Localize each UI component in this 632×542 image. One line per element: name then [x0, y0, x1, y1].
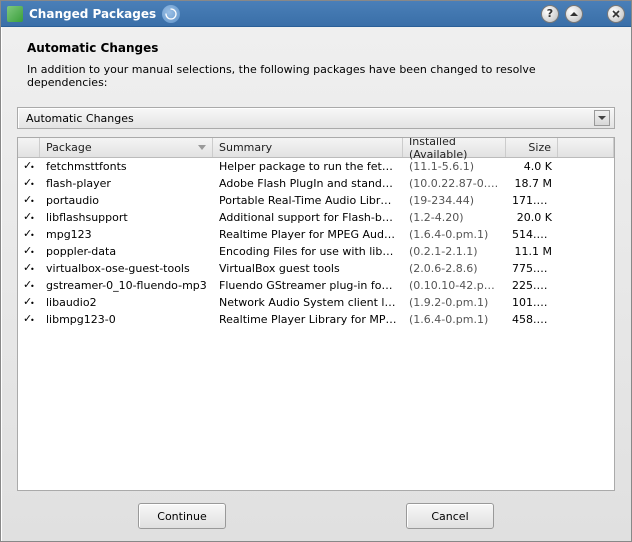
cell-summary: Realtime Player Library for MPEG … [213, 312, 403, 327]
cell-installed: (1.9.2-0.pm.1) [403, 295, 506, 310]
cell-pad [558, 200, 614, 202]
cell-installed: (1.6.4-0.pm.1) [403, 227, 506, 242]
cell-size: 20.0 K [506, 210, 558, 225]
cell-package: mpg123 [40, 227, 213, 242]
content-area: Automatic Changes In addition to your ma… [1, 27, 631, 541]
rollup-button[interactable] [565, 5, 583, 23]
col-header-size[interactable]: Size [506, 138, 558, 157]
cell-installed: (10.0.22.87-0.1.1) [403, 176, 506, 191]
window: Changed Packages ? Automatic Changes In … [0, 0, 632, 542]
cell-pad [558, 285, 614, 287]
cell-summary: Realtime Player for MPEG Audio L… [213, 227, 403, 242]
chevron-down-icon[interactable] [594, 110, 610, 126]
cell-pad [558, 302, 614, 304]
cell-package: libmpg123-0 [40, 312, 213, 327]
cell-summary: Portable Real-Time Audio Library [213, 193, 403, 208]
table-row[interactable]: virtualbox-ose-guest-toolsVirtualBox gue… [18, 260, 614, 277]
cell-size: 514.0 K [506, 227, 558, 242]
category-combo[interactable]: Automatic Changes [17, 107, 615, 129]
cell-installed: (2.0.6-2.8.6) [403, 261, 506, 276]
titlebar: Changed Packages ? [1, 1, 631, 27]
status-icon [18, 195, 40, 207]
cell-size: 4.0 K [506, 159, 558, 174]
table-row[interactable]: fetchmsttfontsHelper package to run the … [18, 158, 614, 175]
col-header-package[interactable]: Package [40, 138, 213, 157]
status-icon [18, 178, 40, 190]
table-row[interactable]: libmpg123-0Realtime Player Library for M… [18, 311, 614, 328]
app-icon [7, 6, 23, 22]
cell-size: 18.7 M [506, 176, 558, 191]
cell-summary: Additional support for Flash-based … [213, 210, 403, 225]
help-button[interactable]: ? [541, 5, 559, 23]
col-header-status[interactable] [18, 138, 40, 157]
cell-pad [558, 166, 614, 168]
footer: Continue Cancel [17, 491, 615, 529]
cell-summary: Fluendo GStreamer plug-in for mp3… [213, 278, 403, 293]
window-title: Changed Packages [29, 7, 156, 21]
cell-summary: VirtualBox guest tools [213, 261, 403, 276]
status-icon [18, 246, 40, 258]
cell-installed: (0.10.10-42.pm.1) [403, 278, 506, 293]
cell-pad [558, 234, 614, 236]
col-header-pad [558, 138, 614, 157]
cell-package: flash-player [40, 176, 213, 191]
continue-button[interactable]: Continue [138, 503, 226, 529]
combo-label: Automatic Changes [26, 112, 594, 125]
cell-package: portaudio [40, 193, 213, 208]
status-icon [18, 212, 40, 224]
cell-summary: Network Audio System client library [213, 295, 403, 310]
cell-pad [558, 217, 614, 219]
cell-pad [558, 268, 614, 270]
app-swirl-icon [162, 5, 180, 23]
cell-installed: (1.6.4-0.pm.1) [403, 312, 506, 327]
cell-package: libflashsupport [40, 210, 213, 225]
status-icon [18, 161, 40, 173]
page-subtext: In addition to your manual selections, t… [27, 63, 615, 89]
page-heading: Automatic Changes [27, 41, 615, 55]
table-row[interactable]: poppler-dataEncoding Files for use with … [18, 243, 614, 260]
cell-package: virtualbox-ose-guest-tools [40, 261, 213, 276]
cell-installed: (11.1-5.6.1) [403, 159, 506, 174]
status-icon [18, 314, 40, 326]
cell-pad [558, 319, 614, 321]
table-row[interactable]: libaudio2Network Audio System client lib… [18, 294, 614, 311]
col-header-installed[interactable]: Installed (Available) [403, 138, 506, 157]
cell-size: 775.0 K [506, 261, 558, 276]
cell-package: libaudio2 [40, 295, 213, 310]
table-row[interactable]: libflashsupportAdditional support for Fl… [18, 209, 614, 226]
table-header: Package Summary Installed (Available) Si… [18, 138, 614, 158]
cell-size: 171.0 K [506, 193, 558, 208]
cell-package: fetchmsttfonts [40, 159, 213, 174]
cell-pad [558, 183, 614, 185]
cell-size: 11.1 M [506, 244, 558, 259]
cancel-button[interactable]: Cancel [406, 503, 494, 529]
status-icon [18, 229, 40, 241]
package-table: Package Summary Installed (Available) Si… [17, 137, 615, 491]
cell-size: 101.0 K [506, 295, 558, 310]
cell-installed: (0.2.1-2.1.1) [403, 244, 506, 259]
cell-package: gstreamer-0_10-fluendo-mp3 [40, 278, 213, 293]
cell-size: 458.0 K [506, 312, 558, 327]
cell-pad [558, 251, 614, 253]
cell-package: poppler-data [40, 244, 213, 259]
table-body: fetchmsttfontsHelper package to run the … [18, 158, 614, 490]
status-icon [18, 280, 40, 292]
cell-summary: Encoding Files for use with libpoppler [213, 244, 403, 259]
table-row[interactable]: gstreamer-0_10-fluendo-mp3Fluendo GStrea… [18, 277, 614, 294]
cell-size: 225.0 K [506, 278, 558, 293]
cell-summary: Adobe Flash PlugIn and standalone… [213, 176, 403, 191]
status-icon [18, 263, 40, 275]
status-icon [18, 297, 40, 309]
cell-summary: Helper package to run the fetchmst… [213, 159, 403, 174]
col-header-summary[interactable]: Summary [213, 138, 403, 157]
cell-installed: (1.2-4.20) [403, 210, 506, 225]
table-row[interactable]: mpg123Realtime Player for MPEG Audio L…(… [18, 226, 614, 243]
table-row[interactable]: portaudioPortable Real-Time Audio Librar… [18, 192, 614, 209]
table-row[interactable]: flash-playerAdobe Flash PlugIn and stand… [18, 175, 614, 192]
cell-installed: (19-234.44) [403, 193, 506, 208]
close-button[interactable] [607, 5, 625, 23]
